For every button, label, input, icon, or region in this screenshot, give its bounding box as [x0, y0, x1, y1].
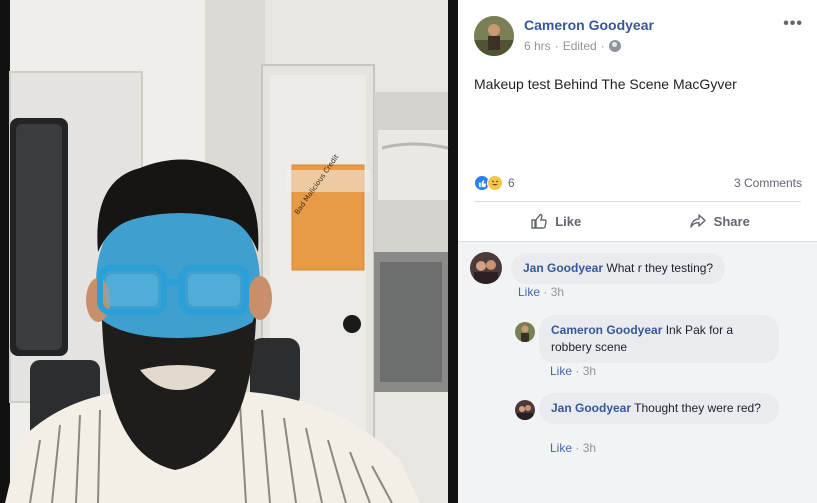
like-label: Like — [555, 213, 582, 229]
post-actions: Like Share — [474, 204, 801, 238]
commenter-avatar[interactable] — [470, 252, 502, 284]
meta-separator: · — [575, 364, 580, 378]
share-arrow-icon — [689, 214, 706, 228]
haha-reaction-icon — [487, 175, 503, 191]
reply-like-link[interactable]: Like — [550, 364, 572, 378]
comment-time[interactable]: 3h — [551, 285, 564, 299]
comment-bubble: Jan Goodyear What r they testing? — [511, 253, 726, 284]
makeup-test-photo: Bad Malicious Credit — [0, 0, 458, 503]
replier-name[interactable]: Cameron Goodyear — [551, 323, 662, 337]
replier-avatar[interactable] — [515, 322, 535, 342]
more-options-button[interactable]: ••• — [783, 15, 803, 33]
comment-count-link[interactable]: 3 Comments — [734, 176, 802, 190]
divider — [474, 201, 801, 202]
comment-text: What r they testing? — [606, 261, 714, 275]
thumbs-up-icon — [531, 213, 547, 229]
post-panel: Cameron Goodyear 6 hrs · Edited · ••• Ma… — [458, 0, 817, 503]
share-button[interactable]: Share — [638, 204, 802, 238]
comment-meta: Like · 3h — [518, 285, 564, 299]
reply-meta: Like · 3h — [550, 441, 596, 455]
post-photo[interactable]: Bad Malicious Credit — [0, 0, 458, 503]
meta-separator: · — [575, 441, 580, 455]
post-time[interactable]: 6 hrs — [524, 39, 551, 53]
reply-bubble: Jan Goodyear Thought they were red? — [539, 393, 779, 424]
author-avatar[interactable] — [474, 16, 514, 56]
replier-name[interactable]: Jan Goodyear — [551, 401, 631, 415]
commenter-name[interactable]: Jan Goodyear — [523, 261, 603, 275]
reaction-count: 6 — [508, 176, 515, 190]
post-meta: 6 hrs · Edited · — [524, 39, 621, 53]
replier-avatar[interactable] — [515, 400, 535, 420]
reaction-summary[interactable]: 6 — [474, 175, 515, 191]
meta-separator: · — [554, 39, 559, 53]
author-name[interactable]: Cameron Goodyear — [524, 17, 654, 33]
reply-time[interactable]: 3h — [583, 364, 596, 378]
post-text: Makeup test Behind The Scene MacGyver — [474, 76, 737, 92]
reply-bubble: Cameron Goodyear Ink Pak for a robbery s… — [539, 315, 779, 363]
like-button[interactable]: Like — [474, 204, 638, 238]
reply-meta: Like · 3h — [550, 364, 596, 378]
meta-separator: · — [600, 39, 605, 53]
globe-icon[interactable] — [608, 40, 621, 52]
reply-text: Thought they were red? — [634, 401, 761, 415]
comments-section: Jan Goodyear What r they testing? Like ·… — [458, 241, 817, 503]
reply-time[interactable]: 3h — [583, 441, 596, 455]
share-label: Share — [713, 213, 750, 229]
meta-separator: · — [543, 285, 548, 299]
edited-label[interactable]: Edited — [563, 39, 597, 53]
reply-like-link[interactable]: Like — [550, 441, 572, 455]
comment-like-link[interactable]: Like — [518, 285, 540, 299]
